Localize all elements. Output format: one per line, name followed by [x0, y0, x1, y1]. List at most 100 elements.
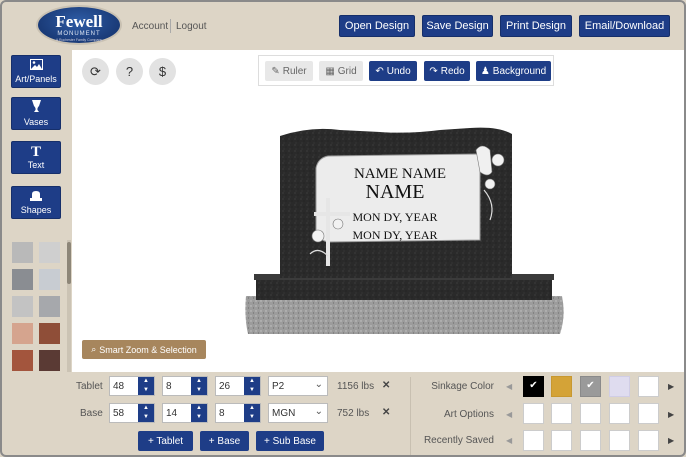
shapes-icon [30, 190, 42, 204]
logo-subtitle: MONUMENT [57, 31, 101, 37]
recent-design-slot[interactable] [609, 430, 630, 451]
tablet-depth-value: 8 [166, 380, 172, 392]
tablet-material-value: P2 [272, 380, 285, 392]
art-option-slot[interactable] [609, 403, 630, 424]
width-stepper[interactable]: ▲ ▼ [138, 404, 154, 422]
arrow-left-icon[interactable]: ◀ [506, 436, 512, 445]
recent-design-slot[interactable] [551, 430, 572, 451]
tablet-width-input[interactable]: 48 ▲ ▼ [109, 376, 155, 396]
vase-icon [31, 100, 42, 116]
sinkage-white-swatch[interactable] [638, 376, 659, 397]
add-base-button[interactable]: + Base [200, 431, 249, 451]
height-stepper[interactable]: ▲ ▼ [244, 404, 260, 422]
undo-button[interactable]: ↶ Undo [369, 61, 417, 81]
sinkage-color-label: Sinkage Color [431, 381, 494, 392]
base-width-value: 58 [113, 407, 125, 419]
help-button[interactable]: ? [116, 58, 143, 85]
vases-button[interactable]: Vases [11, 97, 61, 130]
granite-swatch[interactable] [39, 350, 60, 371]
grid-label: Grid [337, 65, 357, 77]
pencil-icon: ✎ [271, 65, 280, 77]
granite-swatch[interactable] [39, 323, 60, 344]
smart-zoom-button[interactable]: ⌕ Smart Zoom & Selection [82, 340, 206, 359]
monument-preview[interactable]: NAME NAME NAME MON DY, YEAR MON DY, YEAR [240, 120, 570, 338]
logo-tagline: A Rochester Family Company [55, 38, 103, 42]
recent-design-slot[interactable] [523, 430, 544, 451]
background-button[interactable]: ♟ Background [476, 61, 551, 81]
art-panels-button[interactable]: Art/Panels [11, 55, 61, 88]
arrow-right-icon[interactable]: ▶ [668, 410, 674, 419]
granite-swatch[interactable] [12, 242, 33, 263]
granite-swatch[interactable] [39, 269, 60, 290]
monument-date-line1: MON DY, YEAR [352, 210, 437, 224]
swatch-scrollbar[interactable] [67, 240, 71, 372]
design-canvas[interactable]: ⟳ ? $ ✎ Ruler ▦ Grid ↶ Undo ↷ Redo ♟ Bac… [72, 50, 686, 372]
email-download-button[interactable]: Email/Download [579, 15, 670, 37]
tablet-depth-input[interactable]: 8 ▲ ▼ [162, 376, 208, 396]
redo-button[interactable]: ↷ Redo [424, 61, 470, 81]
shapes-label: Shapes [20, 205, 52, 215]
sinkage-gold-swatch[interactable] [551, 376, 572, 397]
art-options-label: Art Options [443, 409, 494, 420]
arrow-right-icon[interactable]: ▶ [668, 382, 674, 391]
logo-wordmark: Fewell [55, 12, 103, 31]
fewell-logo[interactable]: Fewell MONUMENT A Rochester Family Compa… [36, 5, 122, 45]
account-link[interactable]: Account [132, 21, 168, 32]
granite-swatch[interactable] [12, 350, 33, 371]
art-option-slot[interactable] [638, 403, 659, 424]
chevron-down-icon: ⌄ [314, 379, 323, 390]
ruler-button[interactable]: ✎ Ruler [265, 61, 313, 81]
tablet-weight: 1156 lbs [337, 381, 375, 392]
granite-swatch[interactable] [12, 269, 33, 290]
granite-swatch[interactable] [39, 296, 60, 317]
monument-date-line2: MON DY, YEAR [352, 228, 437, 242]
open-design-button[interactable]: Open Design [339, 15, 415, 37]
remove-tablet-icon[interactable]: ✕ [382, 380, 390, 391]
granite-swatch[interactable] [12, 296, 33, 317]
refresh-button[interactable]: ⟳ [82, 58, 109, 85]
save-design-button[interactable]: Save Design [422, 15, 493, 37]
base-height-input[interactable]: 8 ▲ ▼ [215, 403, 261, 423]
price-button[interactable]: $ [149, 58, 176, 85]
monument-name-line1: NAME NAME [354, 166, 446, 182]
sinkage-gray-swatch[interactable]: ✔ [580, 376, 601, 397]
recent-design-slot[interactable] [638, 430, 659, 451]
tablet-material-select[interactable]: P2 ⌄ [268, 376, 328, 396]
scroll-thumb[interactable] [67, 242, 71, 284]
recent-design-slot[interactable] [580, 430, 601, 451]
check-icon: ✔ [586, 380, 595, 391]
base-weight: 752 lbs [337, 408, 370, 419]
arrow-left-icon[interactable]: ◀ [506, 410, 512, 419]
arrow-left-icon[interactable]: ◀ [506, 382, 512, 391]
tablet-height-input[interactable]: 26 ▲ ▼ [215, 376, 261, 396]
add-sub-base-button[interactable]: + Sub Base [256, 431, 324, 451]
base-depth-input[interactable]: 14 ▲ ▼ [162, 403, 208, 423]
base-material-value: MGN [272, 407, 296, 419]
grid-icon: ▦ [325, 65, 335, 77]
base-width-input[interactable]: 58 ▲ ▼ [109, 403, 155, 423]
text-button[interactable]: T Text [11, 141, 61, 174]
art-option-slot[interactable] [580, 403, 601, 424]
height-stepper[interactable]: ▲ ▼ [244, 377, 260, 395]
search-icon: ⌕ [91, 344, 97, 354]
logout-link[interactable]: Logout [176, 21, 207, 32]
remove-base-icon[interactable]: ✕ [382, 407, 390, 418]
depth-stepper[interactable]: ▲ ▼ [191, 404, 207, 422]
shapes-button[interactable]: Shapes [11, 186, 61, 219]
granite-swatch[interactable] [12, 323, 33, 344]
granite-swatch[interactable] [39, 242, 60, 263]
undo-icon: ↶ [375, 65, 384, 77]
art-option-slot[interactable] [523, 403, 544, 424]
width-stepper[interactable]: ▲ ▼ [138, 377, 154, 395]
arrow-right-icon[interactable]: ▶ [668, 436, 674, 445]
print-design-button[interactable]: Print Design [500, 15, 572, 37]
recently-saved-label: Recently Saved [423, 435, 494, 446]
art-option-slot[interactable] [551, 403, 572, 424]
smart-zoom-label: Smart Zoom & Selection [99, 344, 197, 355]
sinkage-black-swatch[interactable]: ✔ [523, 376, 544, 397]
sinkage-lavender-swatch[interactable] [609, 376, 630, 397]
add-tablet-button[interactable]: + Tablet [138, 431, 193, 451]
depth-stepper[interactable]: ▲ ▼ [191, 377, 207, 395]
base-material-select[interactable]: MGN ⌄ [268, 403, 328, 423]
grid-button[interactable]: ▦ Grid [319, 61, 363, 81]
